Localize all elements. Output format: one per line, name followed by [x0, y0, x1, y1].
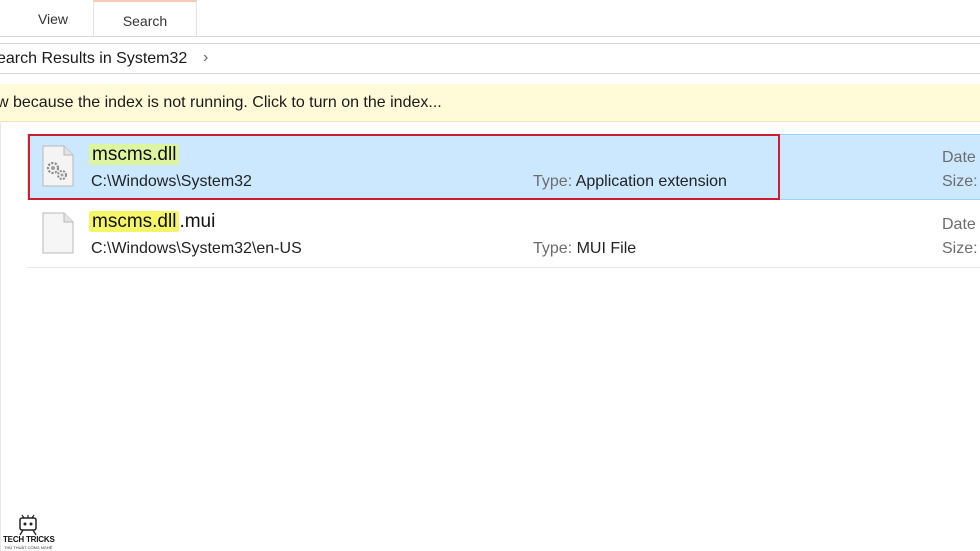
tab-view[interactable]: View	[22, 0, 84, 36]
result-row-mscms-dll[interactable]: mscms.dll C:\Windows\System32 Type: Appl…	[27, 134, 980, 200]
file-name[interactable]: mscms.dll .mui	[89, 211, 215, 233]
size-label: Size:	[942, 173, 978, 190]
file-type-value: MUI File	[576, 240, 637, 257]
watermark-logo: TECH TRICKS THỦ THUẬT CÔNG NGHỆ	[3, 514, 55, 550]
watermark-title: TECH TRICKS	[3, 535, 55, 544]
date-label: Date	[942, 216, 976, 233]
date-label: Date	[942, 149, 976, 166]
search-match-highlight: mscms.dll	[89, 211, 180, 232]
file-name[interactable]: mscms.dll	[89, 144, 180, 166]
file-type-value: Application extension	[575, 173, 727, 190]
tab-search[interactable]: Search	[93, 0, 197, 36]
dll-settings-file-icon	[42, 145, 74, 187]
address-bar[interactable]: earch Results in System32 ›	[0, 43, 980, 74]
breadcrumb-search-results[interactable]: earch Results in System32	[0, 50, 187, 68]
watermark-subtitle: THỦ THUẬT CÔNG NGHỆ	[4, 545, 53, 550]
result-row-mscms-dll-mui[interactable]: mscms.dll .mui C:\Windows\System32\en-US …	[27, 202, 980, 268]
results-list: mscms.dll C:\Windows\System32 Type: Appl…	[0, 123, 980, 551]
file-type: Type: MUI File	[533, 240, 636, 258]
ribbon-tabs: View Search	[0, 0, 980, 37]
index-info-text[interactable]: w because the index is not running. Clic…	[0, 94, 442, 112]
breadcrumb-chevron-icon[interactable]: ›	[203, 49, 208, 67]
blank-file-icon	[42, 212, 74, 254]
file-name-rest: .mui	[179, 211, 216, 232]
file-type-label: Type:	[533, 240, 573, 257]
file-type: Type: Application extension	[533, 173, 727, 191]
file-type-label: Type:	[533, 173, 573, 190]
size-label: Size:	[942, 240, 978, 257]
tech-tricks-logo-icon	[19, 514, 37, 536]
index-info-bar[interactable]: w because the index is not running. Clic…	[0, 84, 980, 122]
search-match-highlight: mscms.dll	[89, 144, 180, 165]
file-path: C:\Windows\System32\en-US	[91, 240, 302, 257]
file-path: C:\Windows\System32	[91, 173, 252, 190]
